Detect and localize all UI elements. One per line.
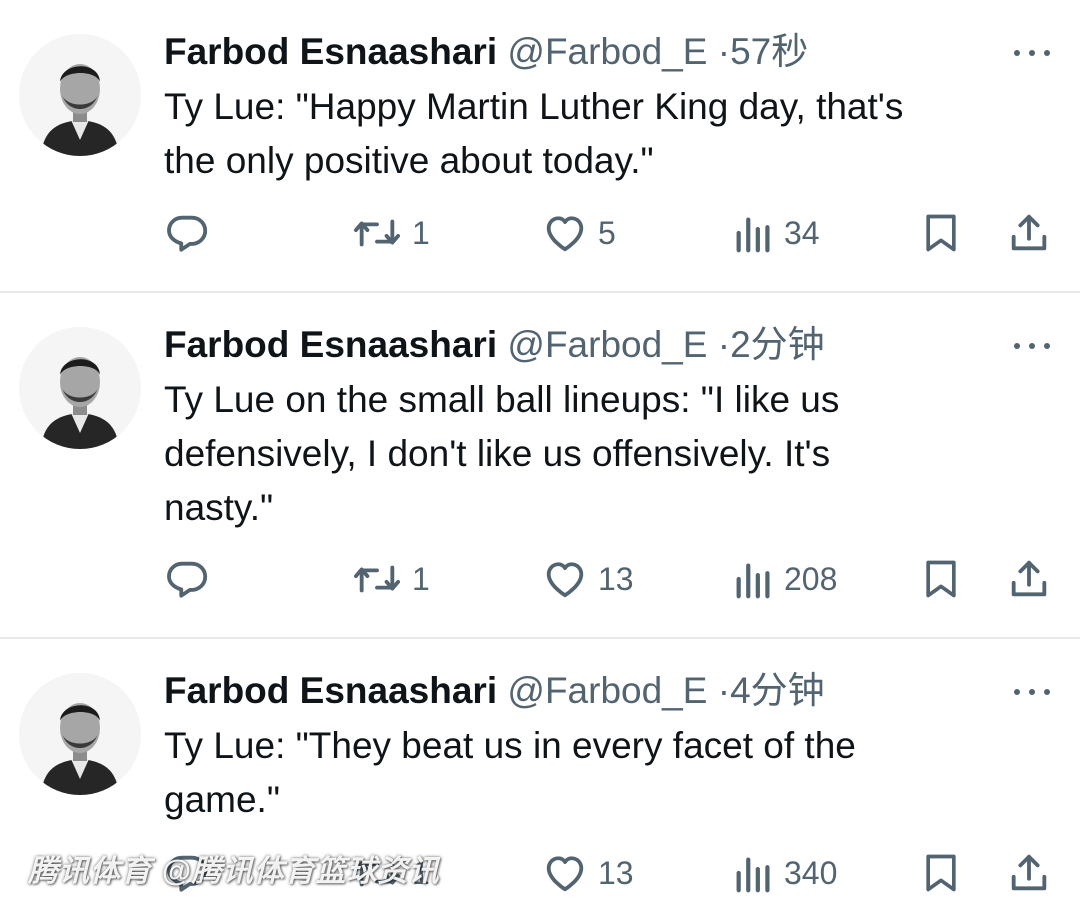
separator-dot: · (717, 31, 731, 72)
more-icon[interactable] (1012, 48, 1052, 58)
tweet[interactable]: Farbod Esnaashari @Farbod_E ·57秒 Ty Lue:… (0, 0, 1080, 292)
timestamp[interactable]: 57秒 (730, 31, 808, 72)
bookmark-button[interactable] (919, 554, 963, 604)
heart-icon (546, 562, 584, 598)
tweet-content: Farbod Esnaashari @Farbod_E ·2分钟 Ty Lue … (164, 321, 1024, 535)
like-count: 13 (598, 560, 634, 597)
tweet[interactable]: Farbod Esnaashari @Farbod_E ·2分钟 Ty Lue … (0, 293, 1080, 638)
views-count: 340 (784, 854, 838, 891)
more-icon[interactable] (1012, 687, 1052, 697)
reply-button[interactable] (164, 554, 210, 604)
separator-dot: · (717, 670, 731, 711)
like-count: 13 (598, 854, 634, 891)
author-name[interactable]: Farbod Esnaashari (164, 31, 497, 72)
avatar[interactable] (19, 34, 141, 156)
author-handle[interactable]: @Farbod_E (507, 670, 707, 711)
timestamp[interactable]: 2分钟 (730, 324, 825, 365)
share-button[interactable] (1006, 554, 1052, 604)
tweet-text: Ty Lue on the small ball lineups: "I lik… (164, 379, 840, 528)
bookmark-icon (926, 854, 956, 892)
share-icon (1011, 214, 1047, 251)
action-bar: 1 5 34 (164, 208, 1064, 258)
views-button[interactable]: 340 (734, 848, 837, 898)
retweet-icon (353, 219, 400, 247)
like-button[interactable]: 13 (542, 848, 634, 898)
views-icon (736, 563, 770, 599)
tweet-feed: Farbod Esnaashari @Farbod_E ·57秒 Ty Lue:… (0, 0, 1080, 901)
views-button[interactable]: 34 (734, 208, 820, 258)
like-count: 5 (598, 214, 616, 251)
bookmark-icon (926, 560, 956, 598)
author-handle[interactable]: @Farbod_E (507, 324, 707, 365)
retweet-count: 1 (412, 560, 430, 597)
tweet-text: Ty Lue: "They beat us in every facet of … (164, 725, 856, 820)
tweet-text: Ty Lue: "Happy Martin Luther King day, t… (164, 86, 904, 181)
heart-icon (546, 856, 584, 892)
tweet-header: Farbod Esnaashari @Farbod_E ·57秒 (164, 28, 1024, 76)
views-icon (736, 857, 770, 893)
retweet-button[interactable]: 1 (352, 554, 430, 604)
reply-icon (167, 561, 208, 598)
views-count: 208 (784, 560, 838, 597)
more-icon[interactable] (1012, 341, 1052, 351)
share-icon (1011, 560, 1047, 597)
tweet-header: Farbod Esnaashari @Farbod_E ·4分钟 (164, 667, 1024, 715)
bookmark-icon (926, 214, 956, 252)
share-button[interactable] (1006, 848, 1052, 898)
author-handle[interactable]: @Farbod_E (507, 31, 707, 72)
tweet-content: Farbod Esnaashari @Farbod_E ·4分钟 Ty Lue:… (164, 667, 1024, 827)
timestamp[interactable]: 4分钟 (730, 670, 825, 711)
views-count: 34 (784, 214, 820, 251)
bookmark-button[interactable] (919, 208, 963, 258)
retweet-button[interactable]: 1 (352, 208, 430, 258)
author-name[interactable]: Farbod Esnaashari (164, 670, 497, 711)
bookmark-button[interactable] (919, 848, 963, 898)
like-button[interactable]: 5 (542, 208, 616, 258)
avatar[interactable] (19, 327, 141, 449)
watermark: 腾讯体育 @腾讯体育篮球资讯 (28, 855, 440, 888)
tweet-header: Farbod Esnaashari @Farbod_E ·2分钟 (164, 321, 1024, 369)
tweet-content: Farbod Esnaashari @Farbod_E ·57秒 Ty Lue:… (164, 28, 1024, 188)
retweet-icon (353, 565, 400, 593)
heart-icon (546, 216, 584, 252)
retweet-count: 1 (412, 214, 430, 251)
reply-button[interactable] (164, 208, 210, 258)
like-button[interactable]: 13 (542, 554, 634, 604)
views-icon (736, 217, 770, 253)
avatar-portrait (19, 673, 141, 795)
separator-dot: · (717, 324, 731, 365)
share-icon (1011, 854, 1047, 891)
avatar[interactable] (19, 673, 141, 795)
reply-icon (167, 215, 208, 252)
avatar-portrait (19, 327, 141, 449)
share-button[interactable] (1006, 208, 1052, 258)
author-name[interactable]: Farbod Esnaashari (164, 324, 497, 365)
avatar-portrait (19, 34, 141, 156)
action-bar: 1 13 208 (164, 554, 1064, 604)
views-button[interactable]: 208 (734, 554, 837, 604)
